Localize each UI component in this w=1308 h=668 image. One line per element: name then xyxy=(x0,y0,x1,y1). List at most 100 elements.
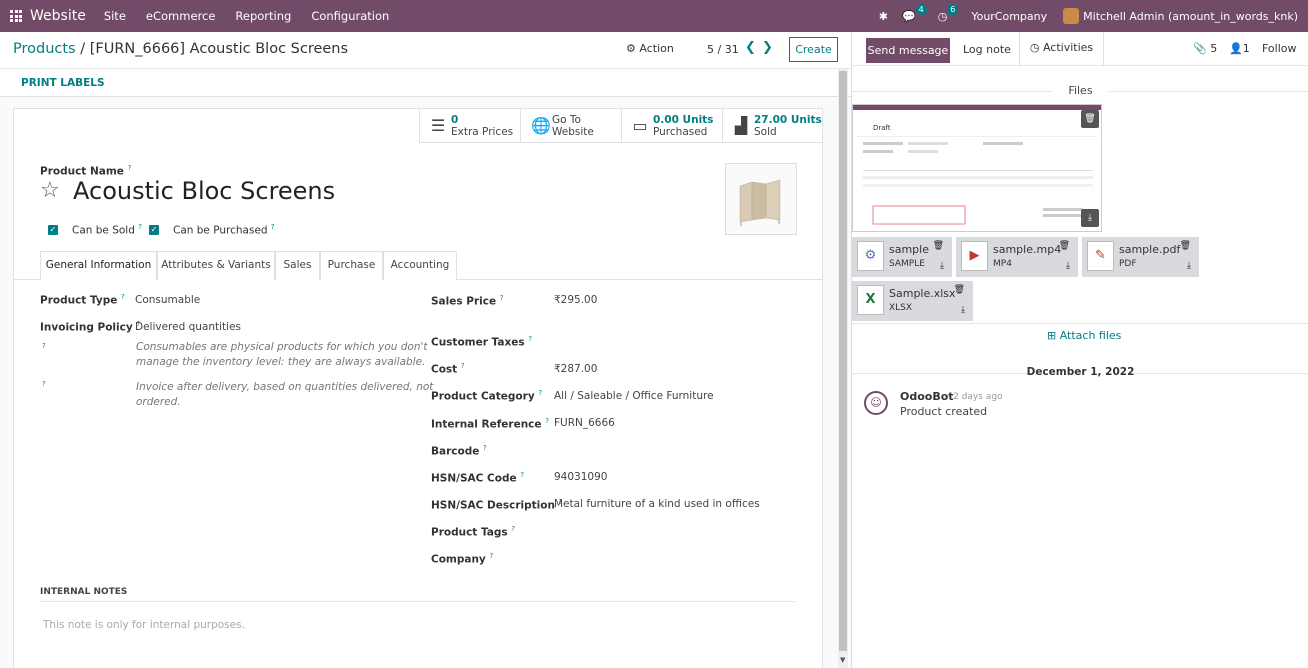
tab-accounting[interactable]: Accounting xyxy=(383,251,457,280)
pager-value[interactable]: 5 / 31 xyxy=(707,43,739,56)
go-to-website-button[interactable]: 🌐 Go To Website xyxy=(520,109,621,143)
cost-field[interactable]: ₹287.00 xyxy=(554,363,597,375)
activities-clock-icon[interactable]: ◷ 6 xyxy=(938,3,959,23)
can-be-sold-checkbox[interactable]: ✓ xyxy=(48,225,58,235)
product-tags-field[interactable] xyxy=(554,525,754,539)
attachment-card[interactable]: ✎ sample.pdf PDF 🗑 ⤓ xyxy=(1082,237,1199,277)
action-menu[interactable]: ⚙ Action xyxy=(626,42,674,55)
attachment-card[interactable]: ⚙ sample SAMPLE 🗑 ⤓ xyxy=(852,237,952,277)
download-icon[interactable]: ⤓ xyxy=(1187,261,1191,271)
tab-attributes-variants[interactable]: Attributes & Variants xyxy=(157,251,275,280)
help-tooltip-type[interactable]: ? xyxy=(42,342,46,350)
extra-prices-label: Extra Prices xyxy=(451,125,514,138)
paperclip-icon: 📎 xyxy=(1193,42,1207,55)
breadcrumb-current: [FURN_6666] Acoustic Bloc Screens xyxy=(89,41,349,57)
menu-ecommerce[interactable]: eCommerce xyxy=(146,9,216,23)
bug-icon[interactable]: ✱ xyxy=(879,10,888,23)
create-button[interactable]: Create xyxy=(789,37,838,62)
company-field[interactable] xyxy=(554,552,754,566)
activities-badge: 6 xyxy=(947,3,959,15)
breadcrumb-products[interactable]: Products xyxy=(13,41,76,57)
scroll-down-icon[interactable]: ▼ xyxy=(840,656,845,664)
breadcrumb-separator: / xyxy=(80,41,86,57)
favorite-star-icon[interactable]: ☆ xyxy=(40,178,60,203)
tab-general-information[interactable]: General Information xyxy=(40,251,157,281)
preview-download-icon[interactable]: ⤓ xyxy=(1081,209,1099,227)
download-icon[interactable]: ⤓ xyxy=(940,261,944,271)
chatter-topbar-divider xyxy=(852,65,1308,66)
extra-prices-button[interactable]: ☰ 0 Extra Prices xyxy=(419,109,520,143)
app-brand[interactable]: Website xyxy=(30,8,86,24)
company-switcher[interactable]: YourCompany xyxy=(971,10,1047,23)
barcode-label: Barcode ? xyxy=(431,444,487,458)
odoobot-avatar[interactable]: ☺ xyxy=(864,391,888,415)
hsn-code-field[interactable]: 94031090 xyxy=(554,471,607,483)
image-attachment-preview[interactable]: Draft 🗑 ⤓ xyxy=(852,104,1102,232)
product-name-field[interactable]: Acoustic Bloc Screens xyxy=(73,177,335,205)
internal-notes-field[interactable]: This note is only for internal purposes. xyxy=(43,619,245,631)
followers-count: 1 xyxy=(1242,42,1250,55)
product-image[interactable] xyxy=(725,163,797,235)
can-be-purchased-checkbox[interactable]: ✓ xyxy=(149,225,159,235)
trash-icon[interactable]: 🗑 xyxy=(954,285,965,295)
trash-icon[interactable]: 🗑 xyxy=(1180,241,1191,251)
trash-icon[interactable]: 🗑 xyxy=(933,241,944,251)
trash-icon[interactable]: 🗑 xyxy=(1059,241,1070,251)
video-file-icon: ▶ xyxy=(961,241,988,271)
user-menu[interactable]: Mitchell Admin (amount_in_words_knk) xyxy=(1083,10,1298,23)
internal-reference-label: Internal Reference ? xyxy=(431,417,549,431)
settings-file-icon: ⚙ xyxy=(857,241,884,271)
product-tags-label: Product Tags ? xyxy=(431,525,516,539)
user-avatar[interactable] xyxy=(1063,8,1080,24)
log-note-button[interactable]: Log note xyxy=(963,43,1011,56)
apps-menu-icon[interactable] xyxy=(10,10,22,22)
activities-button[interactable]: ◷ Activities xyxy=(1019,32,1104,65)
sold-value: 27.00 Units xyxy=(754,113,822,126)
sold-button[interactable]: ▟ 27.00 Units Sold xyxy=(722,109,823,143)
message-author[interactable]: OdooBot xyxy=(900,390,954,403)
customer-taxes-label: Customer Taxes ? xyxy=(431,335,532,349)
help-tooltip-invoice[interactable]: ? xyxy=(42,380,46,388)
pager-previous-icon[interactable]: ❮ xyxy=(745,40,756,55)
tab-sales[interactable]: Sales xyxy=(275,251,320,280)
customer-taxes-field[interactable] xyxy=(554,335,754,349)
product-type-field[interactable]: Consumable xyxy=(135,294,200,306)
download-icon[interactable]: ⤓ xyxy=(961,305,965,315)
attach-files-button[interactable]: ⊞ Attach files xyxy=(1047,329,1121,342)
attachments-divider xyxy=(852,323,1308,324)
preview-delete-icon[interactable]: 🗑 xyxy=(1081,110,1099,128)
form-statusbar: PRINT LABELS xyxy=(0,69,851,97)
product-category-field[interactable]: All / Saleable / Office Furniture xyxy=(554,390,714,402)
barcode-field[interactable] xyxy=(554,444,754,458)
purchased-label: Purchased xyxy=(653,125,708,138)
purchased-button[interactable]: ▭ 0.00 Units Purchased xyxy=(621,109,722,143)
form-scrollbar-thumb[interactable] xyxy=(839,71,847,651)
breadcrumb: Products / [FURN_6666] Acoustic Bloc Scr… xyxy=(13,41,348,57)
pager-next-icon[interactable]: ❯ xyxy=(762,40,773,55)
attachment-card[interactable]: ▶ sample.mp4 MP4 🗑 ⤓ xyxy=(956,237,1078,277)
menu-configuration[interactable]: Configuration xyxy=(311,9,389,23)
message-date-separator: December 1, 2022 xyxy=(852,366,1308,378)
follow-button[interactable]: Follow xyxy=(1262,42,1297,55)
print-labels-button[interactable]: PRINT LABELS xyxy=(21,77,105,89)
attachment-card[interactable]: X Sample.xlsx XLSX 🗑 ⤓ xyxy=(852,281,973,321)
followers-button[interactable]: 👤1 xyxy=(1229,42,1250,55)
internal-notes-divider xyxy=(40,601,796,602)
company-label: Company ? xyxy=(431,552,494,566)
internal-reference-field[interactable]: FURN_6666 xyxy=(554,417,615,429)
attachment-ext: SAMPLE xyxy=(889,259,925,269)
tab-purchase[interactable]: Purchase xyxy=(320,251,383,280)
download-icon[interactable]: ⤓ xyxy=(1066,261,1070,271)
invoicing-policy-field[interactable]: Delivered quantities xyxy=(135,321,241,333)
hsn-description-field[interactable]: Metal furniture of a kind used in office… xyxy=(554,498,760,510)
attachments-count-button[interactable]: 📎 5 xyxy=(1193,42,1217,55)
preview-title: Draft xyxy=(873,124,891,132)
menu-site[interactable]: Site xyxy=(104,9,126,23)
sales-price-field[interactable]: ₹295.00 xyxy=(554,294,597,306)
list-icon: ☰ xyxy=(430,116,446,135)
menu-reporting[interactable]: Reporting xyxy=(235,9,291,23)
send-message-button[interactable]: Send message xyxy=(866,38,950,63)
attach-files-label: Attach files xyxy=(1059,329,1122,342)
top-navbar: Website Site eCommerce Reporting Configu… xyxy=(0,0,1308,32)
messages-icon[interactable]: 💬 4 xyxy=(902,3,927,23)
